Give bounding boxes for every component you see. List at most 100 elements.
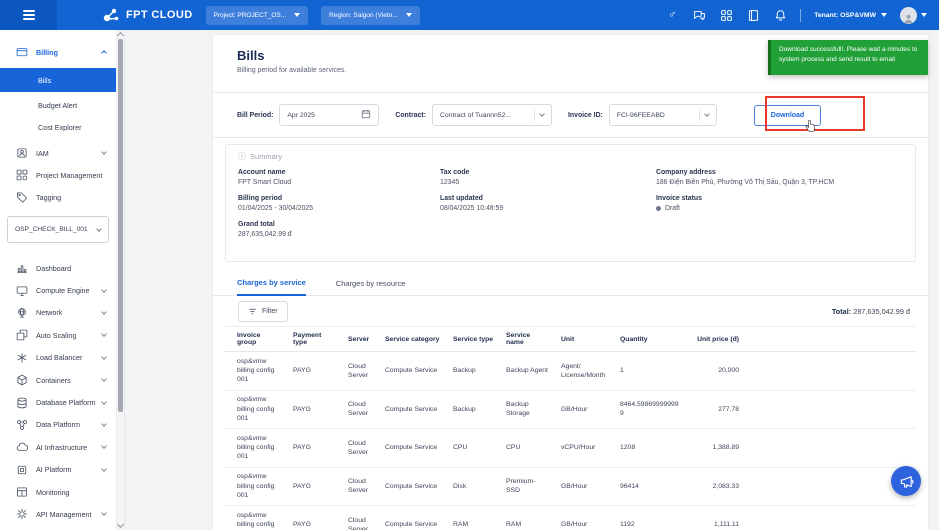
sidebar-item-network[interactable]: Network [0, 302, 116, 324]
tab-charges-by-resource[interactable]: Charges by resource [336, 279, 406, 295]
billing-icon [16, 46, 28, 58]
charges-tabs: Charges by service Charges by resource [213, 272, 928, 296]
containers-icon [16, 374, 28, 386]
apps-grid-icon[interactable] [719, 8, 733, 22]
cell: Compute Service [379, 467, 447, 506]
cell: CPU [500, 429, 555, 468]
sidebar-item-label: Tagging [36, 193, 61, 202]
sidebar-item-project-management[interactable]: Project Management [0, 164, 116, 186]
tenant-selector[interactable]: Tenant: OSP&VMW [814, 12, 887, 19]
chevron-down-icon [294, 13, 300, 17]
download-button[interactable]: Download [754, 105, 821, 126]
column-header: Invoice group [225, 327, 287, 352]
cell: Cloud Server [342, 506, 379, 530]
cell: PAYG [287, 467, 342, 506]
field-value: 01/04/2025 - 30/04/2025 [238, 205, 440, 212]
sidebar-item-data-platform[interactable]: Data Platform [0, 414, 116, 436]
column-header: Service type [447, 327, 500, 352]
bell-icon[interactable] [773, 8, 787, 22]
sidebar-item-label: IAM [36, 149, 49, 158]
bill-period-label: Bill Period: [237, 112, 273, 119]
sidebar-item-tagging[interactable]: Tagging [0, 186, 116, 208]
cell-filler [745, 352, 916, 391]
docs-icon[interactable] [746, 8, 760, 22]
tab-charges-by-service[interactable]: Charges by service [237, 278, 306, 296]
bill-filter-bar: Bill Period: Apr 2025 Contract: Contract… [213, 93, 928, 137]
sidebar-item-cost-explorer[interactable]: Cost Explorer [0, 116, 116, 138]
cell: 1,388.89 [688, 429, 745, 468]
sidebar-item-ai-platform[interactable]: AI Platform [0, 459, 116, 481]
total-line: Total: 287,635,042.99 đ [832, 307, 910, 316]
avatar [900, 7, 917, 24]
config-select[interactable]: OSP_CHECK_BILL_001 [7, 216, 109, 243]
bills-card: Bills Billing period for available servi… [213, 35, 928, 530]
sidebar-item-monitoring[interactable]: Monitoring [0, 481, 116, 503]
sidebar-item-load-balancer[interactable]: Load Balancer [0, 347, 116, 369]
sidebar-item-database-platform[interactable]: Database Platform [0, 391, 116, 413]
cell: Backup [447, 352, 500, 391]
cell: osp&vmw billing config 001 [225, 429, 287, 468]
sidebar-item-bills[interactable]: Bills [0, 68, 116, 92]
summary-last-updated: Last updated 08/04/2025 10:48:59 [440, 195, 656, 212]
region-selector[interactable]: Region: Saigon (Vietn... [321, 6, 420, 25]
summary-grid: Account name FPT Smart Cloud Tax code 12… [238, 169, 903, 238]
cell: PAYG [287, 506, 342, 530]
chat-icon[interactable] [692, 8, 706, 22]
cell: Cloud Server [342, 429, 379, 468]
cell: osp&vmw billing config 001 [225, 506, 287, 530]
filter-button-label: Filter [262, 308, 278, 315]
user-menu[interactable] [900, 7, 927, 24]
filter-button[interactable]: Filter [238, 301, 288, 322]
separator [534, 109, 535, 121]
launch-icon[interactable]: ♂ [665, 8, 679, 22]
sidebar-item-dashboard[interactable]: Dashboard [0, 257, 116, 279]
cell: GB/Hour [555, 467, 614, 506]
sidebar-item-budget-alert[interactable]: Budget Alert [0, 94, 116, 116]
chevron-up-icon [101, 50, 107, 56]
scroll-down-arrow-icon[interactable] [117, 521, 124, 528]
cell: CPU [447, 429, 500, 468]
column-header: Unit price (đ) [688, 327, 745, 352]
field-label: Tax code [440, 169, 656, 176]
project-selector[interactable]: Project: PROJECT_OS... [206, 6, 309, 25]
sidebar-item-ai-infrastructure[interactable]: AI Infrastructure [0, 436, 116, 458]
cell: Compute Service [379, 506, 447, 530]
sidebar-item-billing[interactable]: Billing [0, 42, 116, 62]
total-label: Total: [832, 307, 851, 316]
bill-period-input[interactable]: Apr 2025 [279, 104, 379, 126]
cell: 20,000 [688, 352, 745, 391]
cell: RAM [447, 506, 500, 530]
sidebar-item-partial[interactable] [0, 526, 116, 530]
cell: Compute Service [379, 390, 447, 429]
api-icon [16, 508, 28, 520]
field-label: Invoice status [656, 195, 903, 202]
cell: GB/Hour [555, 390, 614, 429]
sidebar-item-compute-engine[interactable]: Compute Engine [0, 279, 116, 301]
cell: osp&vmw billing config 001 [225, 390, 287, 429]
contract-select[interactable]: Contract of Tuannn52... [432, 104, 552, 126]
cell: osp&vmw billing config 001 [225, 352, 287, 391]
calendar-icon[interactable] [361, 109, 371, 121]
chevron-down-icon [96, 226, 102, 232]
sidebar-item-api-management[interactable]: API Management [0, 503, 116, 525]
chevron-down-icon [101, 332, 107, 338]
summary-section: ⓘ Summary Account name FPT Smart Cloud T… [225, 144, 916, 262]
hamburger-menu-button[interactable] [0, 0, 57, 30]
sidebar-item-auto-scaling[interactable]: Auto Scaling [0, 324, 116, 346]
dashboard-icon [16, 262, 28, 274]
summary-grand-total: Grand total 287,635,042.99 đ [238, 221, 440, 238]
divider [213, 137, 928, 138]
iam-icon [16, 147, 28, 159]
sidebar-item-label: Monitoring [36, 488, 70, 497]
scroll-up-arrow-icon[interactable] [117, 32, 124, 39]
sidebar-item-label: Cost Explorer [38, 123, 82, 132]
sidebar-item-iam[interactable]: IAM [0, 142, 116, 164]
sidebar-scrollbar[interactable] [116, 30, 124, 530]
sidebar-item-label: Containers [36, 376, 71, 385]
feedback-fab[interactable] [891, 466, 921, 496]
scrollbar-thumb[interactable] [118, 39, 123, 412]
invoice-id-select[interactable]: FCI-96FEEABD [609, 104, 717, 126]
sidebar-item-label: Network [36, 308, 62, 317]
summary-billing-period: Billing period 01/04/2025 - 30/04/2025 [238, 195, 440, 212]
sidebar-item-containers[interactable]: Containers [0, 369, 116, 391]
